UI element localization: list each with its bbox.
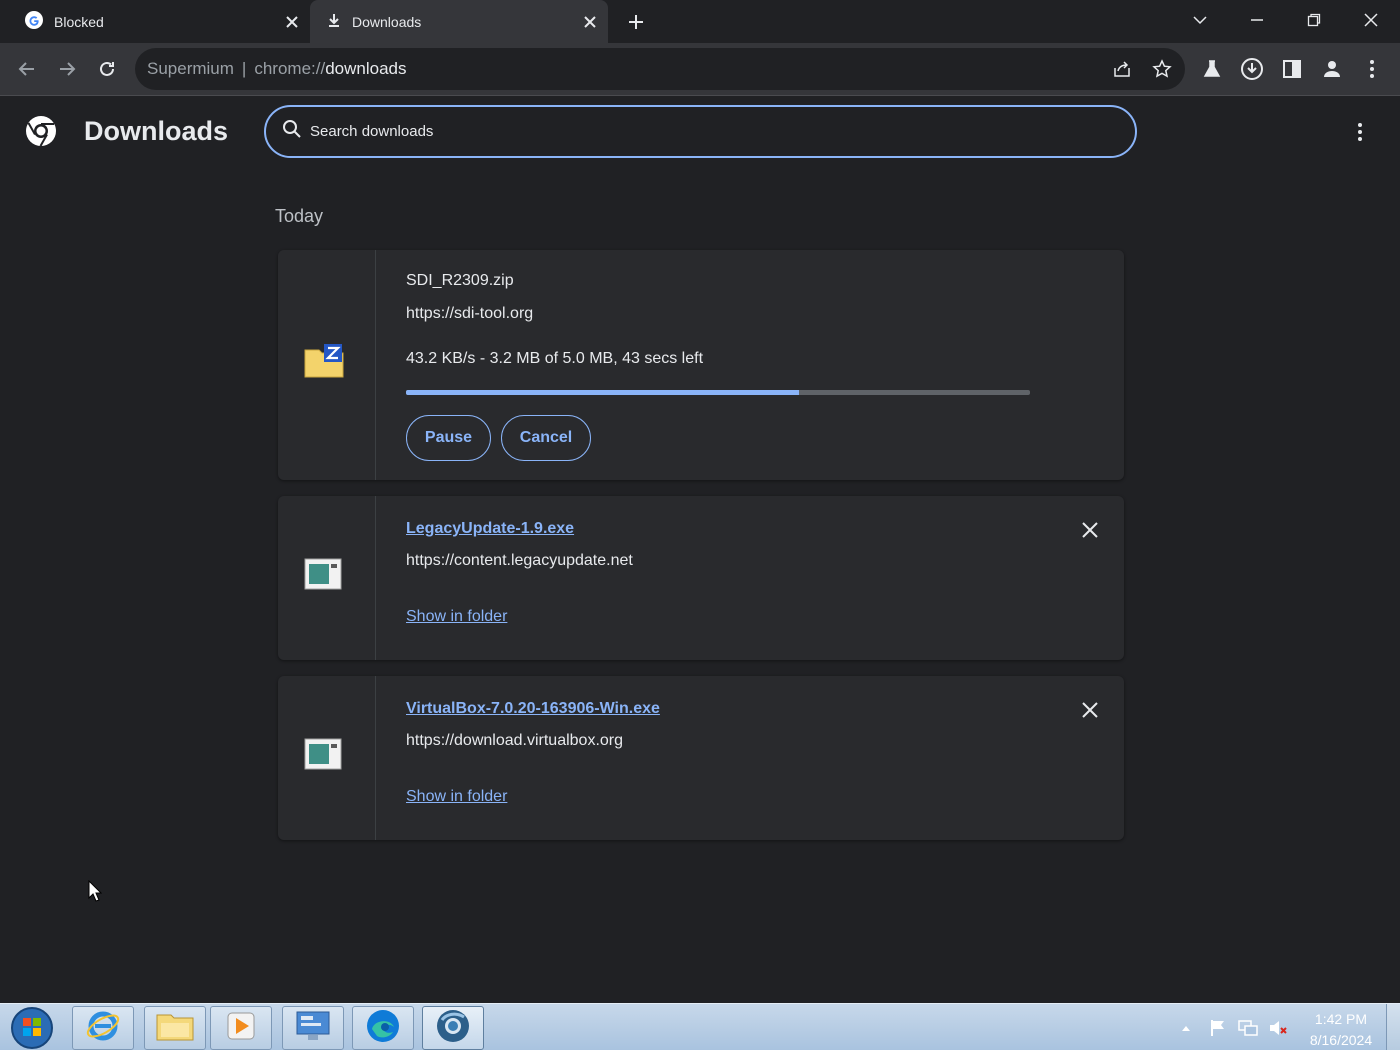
downloads-toolbar-icon[interactable] — [1240, 57, 1264, 81]
labs-flask-icon[interactable] — [1200, 57, 1224, 81]
download-filename-link[interactable]: VirtualBox-7.0.20-163906-Win.exe — [406, 700, 660, 718]
taskbar-edge[interactable] — [352, 1006, 414, 1050]
clock-time: 1:42 PM — [1314, 1011, 1368, 1027]
taskbar-file-explorer[interactable] — [144, 1006, 206, 1050]
edge-icon — [364, 1007, 402, 1050]
bookmark-star-icon[interactable] — [1151, 58, 1173, 80]
tab-close-icon[interactable] — [282, 12, 302, 32]
pause-button[interactable]: Pause — [406, 415, 491, 461]
download-item: LegacyUpdate-1.9.exe https://content.leg… — [278, 496, 1124, 660]
date-section-label: Today — [275, 206, 324, 226]
system-clock[interactable]: 1:42 PM 8/16/2024 — [1300, 1009, 1382, 1050]
more-actions-icon[interactable] — [1348, 120, 1372, 144]
site-label: Supermium — [147, 59, 234, 78]
forward-icon[interactable] — [54, 56, 80, 82]
show-in-folder-link[interactable]: Show in folder — [406, 608, 507, 626]
download-status: 43.2 KB/s - 3.2 MB of 5.0 MB, 43 secs le… — [406, 350, 704, 367]
remove-download-icon[interactable] — [1078, 698, 1102, 722]
url-scheme: chrome:// — [254, 59, 326, 78]
download-progress-fill — [406, 390, 800, 395]
tab-search-icon[interactable] — [1186, 8, 1214, 32]
exe-window-icon — [304, 558, 344, 598]
taskbar-supermium[interactable] — [422, 1006, 484, 1050]
network-icon[interactable] — [1238, 1018, 1258, 1038]
download-item: SDI_R2309.zip https://sdi-tool.org 43.2 … — [278, 250, 1124, 480]
taskbar-control-panel[interactable] — [282, 1006, 344, 1050]
show-in-folder-link[interactable]: Show in folder — [406, 788, 507, 806]
google-g-icon — [24, 10, 44, 33]
download-item: VirtualBox-7.0.20-163906-Win.exe https:/… — [278, 676, 1124, 840]
download-url: https://download.virtualbox.org — [406, 732, 624, 749]
download-filename-link[interactable]: LegacyUpdate-1.9.exe — [406, 520, 574, 538]
file-icon-column — [278, 250, 376, 480]
side-panel-icon[interactable] — [1280, 57, 1304, 81]
tab-title: Downloads — [352, 13, 422, 30]
download-url: https://content.legacyupdate.net — [406, 552, 633, 569]
search-input[interactable] — [310, 123, 1090, 140]
tab-title: Blocked — [54, 13, 104, 30]
url-path: downloads — [325, 59, 407, 78]
media-player-icon — [225, 1010, 257, 1047]
window-close-icon[interactable] — [1357, 8, 1385, 32]
windows-taskbar: 1:42 PM 8/16/2024 — [0, 1003, 1400, 1050]
internet-explorer-icon — [85, 1008, 121, 1049]
zip-folder-icon — [304, 342, 344, 382]
back-icon[interactable] — [14, 56, 40, 82]
taskbar-media-player[interactable] — [210, 1006, 272, 1050]
folder-icon — [155, 1009, 195, 1048]
download-progress-bar — [406, 390, 1030, 395]
browser-menu-icon[interactable] — [1360, 57, 1384, 81]
restore-icon[interactable] — [1300, 8, 1328, 32]
file-icon-column — [278, 676, 376, 840]
tab-close-icon[interactable] — [580, 12, 600, 32]
taskbar-internet-explorer[interactable] — [72, 1006, 134, 1050]
share-icon[interactable] — [1111, 58, 1133, 80]
download-filename: SDI_R2309.zip — [406, 272, 514, 289]
minimize-icon[interactable] — [1243, 8, 1271, 32]
exe-window-icon — [304, 738, 344, 778]
chromium-logo-icon — [25, 115, 57, 147]
download-url: https://sdi-tool.org — [406, 305, 534, 322]
reload-icon[interactable] — [94, 56, 120, 82]
tab-strip: Blocked Downloads — [0, 0, 1400, 43]
new-tab-button[interactable] — [624, 10, 648, 34]
profile-icon[interactable] — [1320, 57, 1344, 81]
mouse-cursor-icon — [88, 879, 103, 902]
remove-download-icon[interactable] — [1078, 518, 1102, 542]
file-icon-column — [278, 496, 376, 660]
tab-downloads[interactable]: Downloads — [310, 0, 608, 43]
download-icon — [326, 12, 342, 31]
address-bar[interactable]: Supermium | chrome:// downloads — [135, 48, 1185, 90]
address-separator: | — [241, 59, 247, 78]
tab-blocked[interactable]: Blocked — [10, 0, 310, 43]
search-icon — [282, 119, 302, 144]
control-panel-icon — [294, 1009, 332, 1048]
browser-toolbar: Supermium | chrome:// downloads — [0, 43, 1400, 96]
action-center-flag-icon[interactable] — [1208, 1018, 1228, 1038]
search-box[interactable] — [264, 105, 1137, 158]
cancel-button[interactable]: Cancel — [501, 415, 591, 461]
clock-date: 8/16/2024 — [1309, 1032, 1373, 1048]
page-title: Downloads — [84, 116, 229, 146]
supermium-browser-icon — [434, 1007, 472, 1050]
show-desktop-button[interactable] — [1386, 1004, 1400, 1050]
start-button-icon[interactable] — [10, 1006, 54, 1050]
volume-muted-icon[interactable] — [1268, 1018, 1288, 1038]
show-hidden-icons-icon[interactable] — [1176, 1018, 1196, 1038]
